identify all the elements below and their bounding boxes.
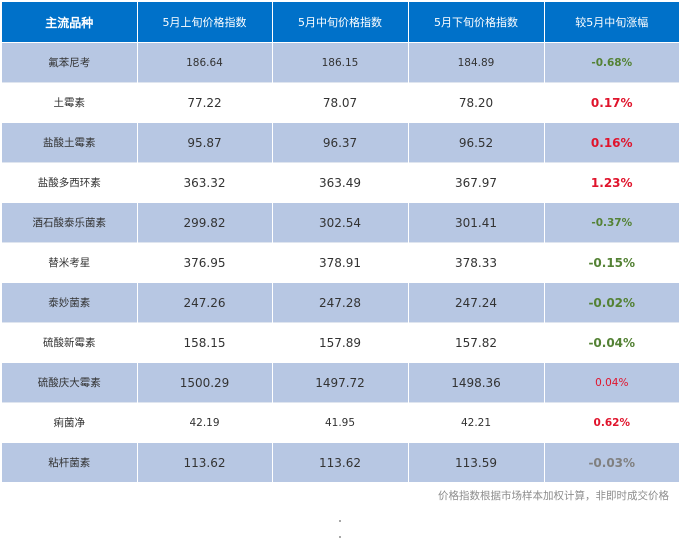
table-row: 泰妙菌素 247.26 247.28 247.24 -0.02%	[2, 282, 679, 323]
cell-variety: 替米考星	[2, 242, 138, 283]
cell-late: 301.41	[408, 202, 545, 243]
separator-dot	[339, 536, 341, 538]
header-change-vs-mid-may: 较5月中旬涨幅	[544, 2, 679, 43]
header-mid-may-index: 5月中旬价格指数	[272, 2, 409, 43]
cell-mid: 1497.72	[272, 362, 409, 403]
cell-variety: 酒石酸泰乐菌素	[2, 202, 138, 243]
cell-late: 1498.36	[408, 362, 545, 403]
cell-variety: 氟苯尼考	[2, 42, 138, 83]
cell-mid: 96.37	[272, 122, 409, 163]
cell-change: 1.23%	[544, 162, 679, 203]
cell-variety: 盐酸土霉素	[2, 122, 138, 163]
cell-mid: 41.95	[272, 402, 409, 443]
cell-mid: 186.15	[272, 42, 409, 83]
cell-change: 0.04%	[544, 362, 679, 403]
cell-change: -0.02%	[544, 282, 679, 323]
cell-change: -0.04%	[544, 322, 679, 363]
table-row: 痢菌净 42.19 41.95 42.21 0.62%	[2, 402, 679, 443]
cell-late: 78.20	[408, 82, 545, 123]
cell-early: 299.82	[137, 202, 273, 243]
header-early-may-index: 5月上旬价格指数	[137, 2, 273, 43]
cell-variety: 土霉素	[2, 82, 138, 123]
cell-late: 378.33	[408, 242, 545, 283]
table-row: 盐酸多西环素 363.32 363.49 367.97 1.23%	[2, 162, 679, 203]
cell-early: 95.87	[137, 122, 273, 163]
cell-change: -0.15%	[544, 242, 679, 283]
cell-change: 0.17%	[544, 82, 679, 123]
cell-late: 184.89	[408, 42, 545, 83]
cell-change: -0.37%	[544, 202, 679, 243]
cell-early: 158.15	[137, 322, 273, 363]
header-variety: 主流品种	[2, 2, 138, 43]
cell-mid: 302.54	[272, 202, 409, 243]
cell-early: 247.26	[137, 282, 273, 323]
cell-variety: 痢菌净	[2, 402, 138, 443]
cell-early: 77.22	[137, 82, 273, 123]
table-row: 盐酸土霉素 95.87 96.37 96.52 0.16%	[2, 122, 679, 163]
cell-change: 0.62%	[544, 402, 679, 443]
price-index-table: 主流品种 5月上旬价格指数 5月中旬价格指数 5月下旬价格指数 较5月中旬涨幅 …	[2, 2, 679, 482]
price-index-table-wrapper: 主流品种 5月上旬价格指数 5月中旬价格指数 5月下旬价格指数 较5月中旬涨幅 …	[2, 2, 679, 482]
table-row: 粘杆菌素 113.62 113.62 113.59 -0.03%	[2, 442, 679, 482]
separator-dot	[339, 520, 341, 522]
cell-variety: 盐酸多西环素	[2, 162, 138, 203]
cell-change: -0.03%	[544, 442, 679, 482]
table-row: 硫酸庆大霉素 1500.29 1497.72 1498.36 0.04%	[2, 362, 679, 403]
cell-mid: 113.62	[272, 442, 409, 482]
cell-late: 157.82	[408, 322, 545, 363]
cell-late: 96.52	[408, 122, 545, 163]
cell-change: -0.68%	[544, 42, 679, 83]
cell-early: 113.62	[137, 442, 273, 482]
cell-early: 186.64	[137, 42, 273, 83]
cell-mid: 157.89	[272, 322, 409, 363]
table-header-row: 主流品种 5月上旬价格指数 5月中旬价格指数 5月下旬价格指数 较5月中旬涨幅	[2, 2, 679, 43]
table-row: 酒石酸泰乐菌素 299.82 302.54 301.41 -0.37%	[2, 202, 679, 243]
cell-mid: 78.07	[272, 82, 409, 123]
table-row: 氟苯尼考 186.64 186.15 184.89 -0.68%	[2, 42, 679, 83]
table-row: 替米考星 376.95 378.91 378.33 -0.15%	[2, 242, 679, 283]
header-late-may-index: 5月下旬价格指数	[408, 2, 545, 43]
table-row: 土霉素 77.22 78.07 78.20 0.17%	[2, 82, 679, 123]
table-row: 硫酸新霉素 158.15 157.89 157.82 -0.04%	[2, 322, 679, 363]
cell-mid: 378.91	[272, 242, 409, 283]
cell-early: 376.95	[137, 242, 273, 283]
cell-early: 42.19	[137, 402, 273, 443]
cell-late: 113.59	[408, 442, 545, 482]
cell-variety: 硫酸庆大霉素	[2, 362, 138, 403]
cell-variety: 硫酸新霉素	[2, 322, 138, 363]
cell-change: 0.16%	[544, 122, 679, 163]
cell-mid: 247.28	[272, 282, 409, 323]
cell-late: 247.24	[408, 282, 545, 323]
cell-early: 1500.29	[137, 362, 273, 403]
cell-late: 42.21	[408, 402, 545, 443]
cell-early: 363.32	[137, 162, 273, 203]
cell-variety: 泰妙菌素	[2, 282, 138, 323]
cell-late: 367.97	[408, 162, 545, 203]
cell-variety: 粘杆菌素	[2, 442, 138, 482]
cell-mid: 363.49	[272, 162, 409, 203]
footnote: 价格指数根据市场样本加权计算，非即时成交价格	[438, 490, 669, 502]
